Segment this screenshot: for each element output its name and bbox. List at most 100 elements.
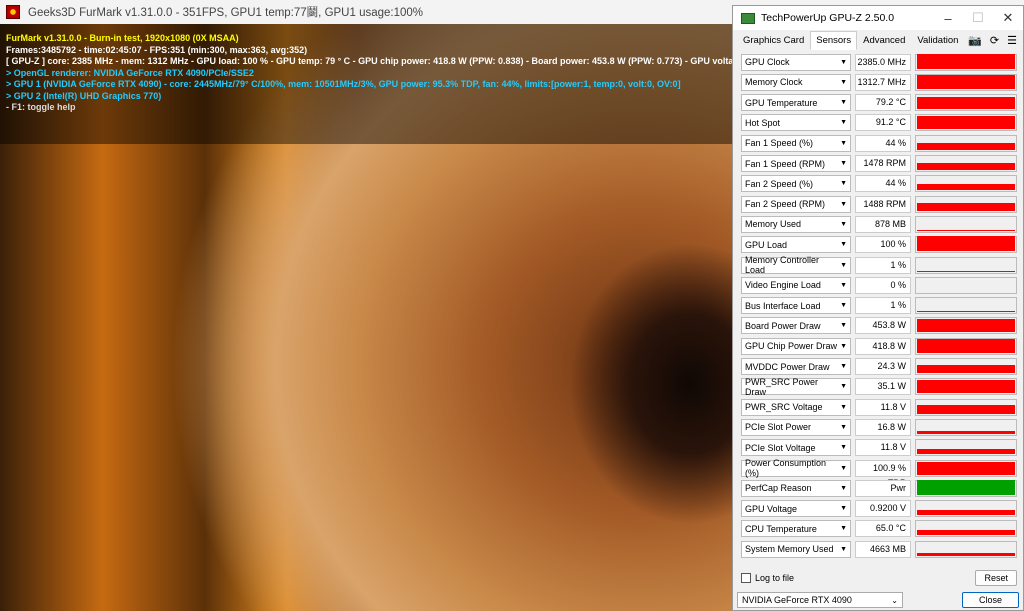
overlay-line: - F1: toggle help bbox=[6, 102, 76, 112]
overlay-line: > GPU 2 (Intel(R) UHD Graphics 770) bbox=[6, 90, 162, 101]
device-select-value: NVIDIA GeForce RTX 4090 bbox=[742, 595, 852, 605]
sensor-graph bbox=[915, 114, 1017, 132]
log-to-file-checkbox[interactable] bbox=[741, 573, 751, 583]
dropdown-arrow-icon: ▼ bbox=[840, 180, 847, 188]
sensor-name-dropdown[interactable]: MVDDC Power Draw ▼ bbox=[741, 358, 851, 375]
tab-validation[interactable]: Validation bbox=[911, 31, 964, 50]
sensor-name-dropdown[interactable]: Fan 2 Speed (%) ▼ bbox=[741, 175, 851, 193]
sensor-row: Board Power Draw ▼ 453.8 W bbox=[741, 317, 1017, 335]
sensor-name-dropdown[interactable]: PCIe Slot Power ▼ bbox=[741, 418, 851, 436]
sensor-graph bbox=[915, 540, 1017, 558]
sensor-graph bbox=[915, 500, 1017, 518]
sensor-graph bbox=[915, 439, 1017, 457]
sensor-row: GPU Load ▼ 100 % bbox=[741, 236, 1017, 254]
sensor-name: Board Power Draw bbox=[745, 320, 821, 331]
dropdown-arrow-icon: ▼ bbox=[840, 342, 847, 350]
sensor-graph bbox=[915, 256, 1017, 274]
sensor-name-dropdown[interactable]: System Memory Used ▼ bbox=[741, 540, 851, 558]
sensor-row: PerfCap Reason ▼ Pwr bbox=[741, 479, 1017, 497]
furmark-window-title: Geeks3D FurMark v1.31.0.0 - 351FPS, GPU1… bbox=[28, 7, 424, 19]
reset-button[interactable]: Reset bbox=[975, 570, 1017, 586]
sensor-name-dropdown[interactable]: PWR_SRC Voltage ▼ bbox=[741, 398, 851, 416]
sensor-name: Memory Used bbox=[745, 219, 802, 230]
tab-advanced[interactable]: Advanced bbox=[857, 31, 911, 50]
sensor-name: Bus Interface Load bbox=[745, 300, 821, 311]
sensor-name-dropdown[interactable]: Power Consumption (%) ▼ bbox=[741, 458, 851, 478]
dropdown-arrow-icon: ▼ bbox=[840, 99, 847, 107]
sensor-value: 1488 RPM bbox=[855, 195, 911, 213]
sensor-name: PWR_SRC Voltage bbox=[745, 402, 823, 413]
sensor-row: Bus Interface Load ▼ 1 % bbox=[741, 297, 1017, 315]
gpuz-title-bar[interactable]: TechPowerUp GPU-Z 2.50.0 – ☐ ✕ bbox=[733, 6, 1023, 30]
overlay-line: > GPU 1 (NVIDIA GeForce RTX 4090) - core… bbox=[6, 79, 681, 89]
camera-icon[interactable]: 📷 bbox=[968, 34, 982, 47]
sensor-name: Hot Spot bbox=[745, 117, 781, 128]
dropdown-arrow-icon: ▼ bbox=[840, 484, 847, 492]
sensor-name-dropdown[interactable]: Video Engine Load ▼ bbox=[741, 276, 851, 294]
sensor-graph bbox=[915, 378, 1017, 396]
sensor-value: 1 % bbox=[855, 256, 911, 274]
tab-graphics-card[interactable]: Graphics Card bbox=[737, 31, 810, 50]
sensor-graph-fill bbox=[917, 404, 1015, 414]
sensor-name-dropdown[interactable]: GPU Chip Power Draw ▼ bbox=[741, 337, 851, 355]
sensor-graph bbox=[915, 73, 1017, 91]
sensor-graph bbox=[915, 215, 1017, 233]
sensor-name-dropdown[interactable]: GPU Temperature ▼ bbox=[741, 94, 851, 112]
dropdown-arrow-icon: ▼ bbox=[840, 139, 847, 147]
sensor-name-dropdown[interactable]: GPU Clock ▼ bbox=[741, 53, 851, 71]
dropdown-arrow-icon: ▼ bbox=[840, 220, 847, 228]
sensor-name: GPU Voltage bbox=[745, 503, 798, 514]
dropdown-arrow-icon: ▼ bbox=[840, 281, 847, 289]
dropdown-arrow-icon: ▼ bbox=[840, 383, 847, 391]
minimize-button[interactable]: – bbox=[933, 11, 963, 26]
sensor-name-dropdown[interactable]: Hot Spot ▼ bbox=[741, 114, 851, 132]
sensor-value: 0 % bbox=[855, 276, 911, 294]
sensor-name: GPU Chip Power Draw bbox=[745, 341, 838, 352]
menu-icon[interactable]: ☰ bbox=[1007, 34, 1017, 47]
sensor-name-dropdown[interactable]: Fan 1 Speed (RPM) ▼ bbox=[741, 155, 851, 172]
sensor-graph-fill bbox=[917, 142, 1015, 150]
sensor-value: 2385.0 MHz bbox=[855, 53, 911, 71]
sensor-row: Fan 2 Speed (RPM) ▼ 1488 RPM bbox=[741, 195, 1017, 213]
sensor-name-dropdown[interactable]: Bus Interface Load ▼ bbox=[741, 297, 851, 315]
sensor-graph bbox=[915, 479, 1017, 497]
sensor-name-dropdown[interactable]: GPU Load ▼ bbox=[741, 236, 851, 254]
sensor-name-dropdown[interactable]: Fan 2 Speed (RPM) ▼ bbox=[741, 195, 851, 213]
close-window-button[interactable]: ✕ bbox=[993, 10, 1023, 26]
sensor-name: CPU Temperature bbox=[745, 523, 817, 534]
sensor-name-dropdown[interactable]: Memory Controller Load ▼ bbox=[741, 255, 851, 275]
sensor-graph-fill bbox=[917, 430, 1015, 434]
sensor-name-dropdown[interactable]: Fan 1 Speed (%) ▼ bbox=[741, 134, 851, 152]
sensor-graph bbox=[915, 276, 1017, 294]
maximize-button[interactable]: ☐ bbox=[963, 10, 993, 26]
tab-sensors[interactable]: Sensors bbox=[810, 31, 858, 50]
chevron-down-icon: ⌄ bbox=[891, 595, 898, 605]
sensor-graph bbox=[915, 175, 1017, 193]
sensor-value: 65.0 °C bbox=[855, 520, 911, 538]
sensor-name-dropdown[interactable]: CPU Temperature ▼ bbox=[741, 520, 851, 538]
sensor-graph-fill bbox=[917, 311, 1015, 313]
sensor-graph-fill bbox=[917, 379, 1015, 394]
sensor-graph bbox=[915, 195, 1017, 213]
close-button[interactable]: Close bbox=[961, 592, 1019, 608]
overlay-line: FurMark v1.31.0.0 - Burn-in test, 1920x1… bbox=[6, 33, 239, 43]
sensor-graph bbox=[915, 236, 1017, 254]
device-select[interactable]: NVIDIA GeForce RTX 4090 ⌄ bbox=[737, 592, 903, 608]
sensor-name-dropdown[interactable]: PerfCap Reason ▼ bbox=[741, 479, 851, 497]
gpuz-logo-icon bbox=[741, 12, 755, 24]
sensor-graph bbox=[915, 94, 1017, 112]
sensor-graph-fill bbox=[917, 183, 1015, 191]
sensor-name-dropdown[interactable]: Board Power Draw ▼ bbox=[741, 317, 851, 335]
sensor-name-dropdown[interactable]: Memory Clock ▼ bbox=[741, 73, 851, 91]
sensor-name: Fan 2 Speed (RPM) bbox=[745, 199, 826, 210]
sensor-name-dropdown[interactable]: PCIe Slot Voltage ▼ bbox=[741, 439, 851, 457]
sensor-value: 11.8 V bbox=[855, 439, 911, 457]
sensor-row: Memory Controller Load ▼ 1 % bbox=[741, 255, 1017, 275]
sensor-name-dropdown[interactable]: PWR_SRC Power Draw ▼ bbox=[741, 377, 851, 397]
sensor-name-dropdown[interactable]: Memory Used ▼ bbox=[741, 215, 851, 233]
sensor-name: GPU Clock bbox=[745, 57, 790, 67]
refresh-icon[interactable]: ⟳ bbox=[990, 34, 999, 47]
sensor-name-dropdown[interactable]: GPU Voltage ▼ bbox=[741, 500, 851, 518]
sensor-row: Memory Clock ▼ 1312.7 MHz bbox=[741, 73, 1017, 91]
sensor-value: 878 MB bbox=[855, 215, 911, 233]
